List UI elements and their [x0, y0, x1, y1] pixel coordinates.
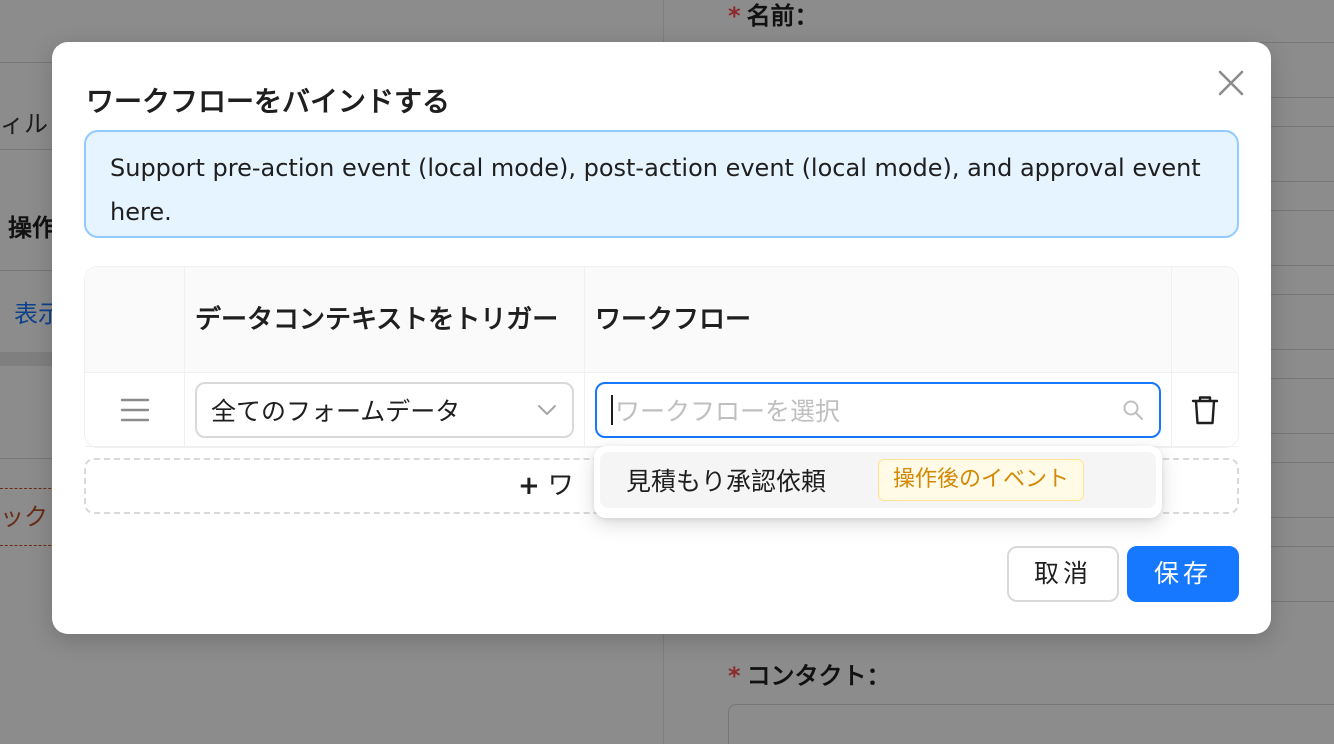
drag-cell [85, 373, 185, 446]
delete-icon[interactable] [1190, 394, 1220, 426]
chevron-down-icon [538, 404, 556, 415]
actions-cell [1172, 373, 1238, 446]
workflow-binding-table: データコンテキストをトリガー ワークフロー 全てのフォームデータ ワークフローを… [84, 266, 1239, 448]
close-icon [1218, 70, 1244, 96]
plus-icon: + [518, 471, 540, 501]
workflow-option[interactable]: 見積もり承認依頼 操作後のイベント [600, 452, 1156, 508]
table-row: 全てのフォームデータ ワークフローを選択 [85, 373, 1238, 447]
table-header-drag [85, 267, 185, 372]
trigger-context-value: 全てのフォームデータ [211, 396, 461, 426]
table-header-actions [1172, 267, 1238, 372]
table-header-workflow: ワークフロー [585, 267, 1172, 372]
context-cell: 全てのフォームデータ [185, 373, 585, 446]
workflow-option-label: 見積もり承認依頼 [626, 467, 827, 496]
close-button[interactable] [1214, 66, 1248, 100]
trigger-context-select[interactable]: 全てのフォームデータ [195, 381, 574, 438]
workflow-dropdown: 見積もり承認依頼 操作後のイベント [594, 446, 1162, 518]
bind-workflow-modal: ワークフローをバインドする Support pre-action event (… [52, 42, 1271, 634]
table-header-context: データコンテキストをトリガー [185, 267, 585, 372]
workflow-search-placeholder: ワークフローを選択 [615, 396, 841, 426]
save-button[interactable]: 保存 [1127, 546, 1239, 602]
search-icon [1123, 400, 1143, 420]
drag-handle-icon[interactable] [120, 397, 150, 423]
text-caret [611, 394, 613, 425]
workflow-search-input[interactable]: ワークフローを選択 [595, 381, 1161, 438]
cancel-button[interactable]: 取消 [1007, 546, 1119, 602]
table-header: データコンテキストをトリガー ワークフロー [85, 267, 1238, 373]
info-alert: Support pre-action event (local mode), p… [84, 130, 1239, 238]
workflow-cell: ワークフローを選択 [585, 373, 1172, 446]
modal-title: ワークフローをバインドする [86, 85, 451, 118]
add-workflow-label: ワ [547, 471, 574, 501]
event-type-tag: 操作後のイベント [878, 459, 1085, 501]
